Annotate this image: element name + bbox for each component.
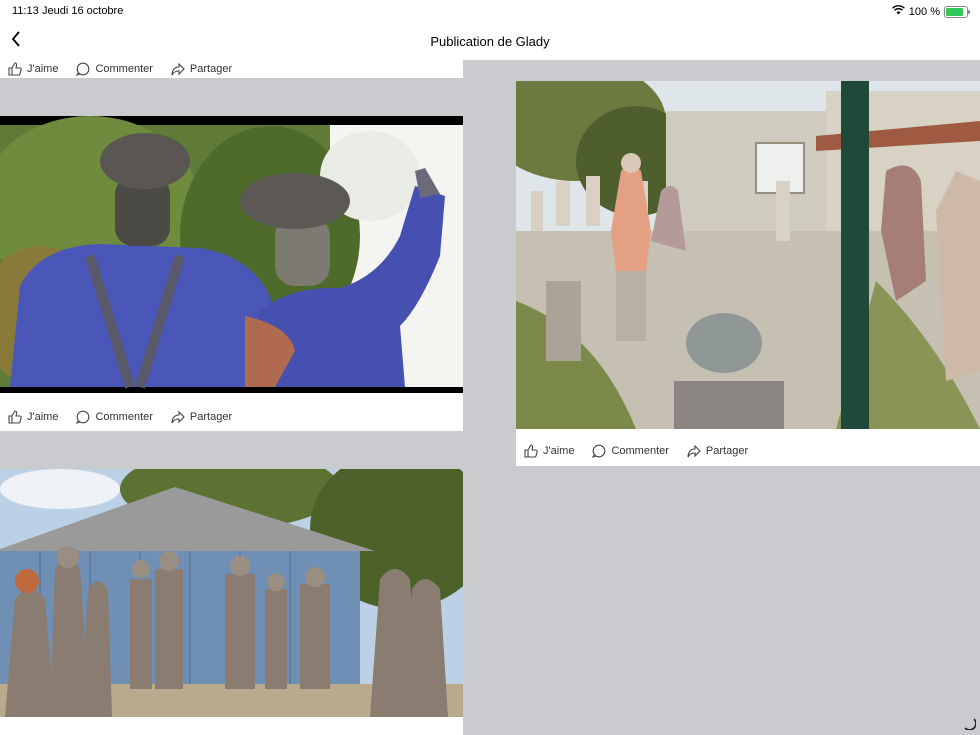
post-actions: J'aime Commenter Partager (516, 439, 758, 463)
like-button[interactable]: J'aime (8, 62, 58, 76)
like-label: J'aime (27, 411, 59, 423)
loading-spinner-icon (962, 716, 977, 731)
post-photo[interactable] (0, 116, 463, 393)
comment-label: Commenter (95, 63, 153, 75)
like-button[interactable]: J'aime (8, 410, 58, 424)
share-label: Partager (189, 63, 233, 75)
comment-label: Commenter (95, 411, 153, 423)
post-card (0, 469, 463, 735)
post-photo[interactable] (0, 469, 463, 717)
share-button[interactable]: Partager (171, 410, 232, 424)
comment-icon (76, 410, 90, 424)
share-label: Partager (189, 411, 233, 423)
post-image-statues-blue (0, 116, 463, 389)
post-actions: J'aime Commenter Partager (0, 405, 242, 429)
comment-icon (76, 62, 90, 76)
comment-button[interactable]: Commenter (76, 62, 153, 76)
status-date: Jeudi 16 octobre (42, 5, 124, 17)
status-time: 11:13 (12, 5, 39, 17)
share-icon (171, 62, 185, 76)
thumbs-up-icon (524, 444, 538, 458)
share-icon (687, 444, 701, 458)
post-card-top: J'aime Commenter Partager (0, 60, 463, 78)
post-actions: J'aime Commenter Partager (0, 57, 242, 81)
battery-percent: 100 % (908, 5, 940, 18)
share-label: Partager (705, 445, 749, 457)
post-card: J'aime Commenter Partager (516, 81, 980, 466)
battery-icon (944, 5, 970, 18)
post-image-statues-shed (0, 469, 463, 717)
comment-icon (592, 444, 606, 458)
page-title: Publication de Glady (430, 34, 550, 49)
nav-bar: Publication de Glady (0, 24, 980, 60)
thumbs-up-icon (8, 62, 22, 76)
like-label: J'aime (543, 445, 575, 457)
comment-label: Commenter (611, 445, 669, 457)
comment-button[interactable]: Commenter (76, 410, 153, 424)
post-image-statue-courtyard (516, 81, 980, 429)
like-label: J'aime (27, 63, 59, 75)
post-card: J'aime Commenter Partager (0, 116, 463, 431)
comment-button[interactable]: Commenter (592, 444, 669, 458)
post-photo[interactable] (516, 81, 980, 429)
share-icon (171, 410, 185, 424)
status-bar: 11:13 Jeudi 16 octobre 100 % (0, 0, 980, 24)
wifi-icon (891, 5, 905, 18)
status-right: 100 % (891, 5, 970, 18)
like-button[interactable]: J'aime (524, 444, 574, 458)
share-button[interactable]: Partager (171, 62, 232, 76)
share-button[interactable]: Partager (687, 444, 748, 458)
thumbs-up-icon (8, 410, 22, 424)
